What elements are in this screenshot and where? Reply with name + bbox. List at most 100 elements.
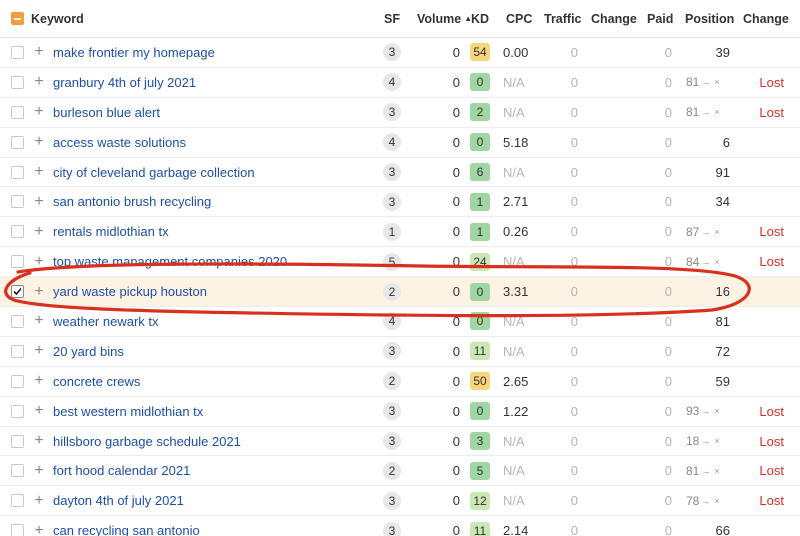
row-checkbox[interactable] bbox=[11, 135, 24, 149]
table-row[interactable]: + access waste solutions 4 0 0 5.18 0 0 … bbox=[0, 128, 800, 158]
table-row[interactable]: + fort hood calendar 2021 2 0 5 N/A 0 0 … bbox=[0, 456, 800, 487]
table-row[interactable]: + rentals midlothian tx 1 0 1 0.26 0 0 8… bbox=[0, 217, 800, 248]
header-keyword[interactable]: Keyword bbox=[31, 0, 351, 37]
table-row[interactable]: + city of cleveland garbage collection 3… bbox=[0, 158, 800, 188]
serp-features-badge[interactable]: 2 bbox=[383, 282, 401, 301]
add-keyword-button[interactable]: + bbox=[32, 397, 46, 426]
table-row[interactable]: + can recycling san antonio 3 0 11 2.14 … bbox=[0, 516, 800, 536]
table-row[interactable]: + burleson blue alert 3 0 2 N/A 0 0 81 → ×… bbox=[0, 98, 800, 128]
add-keyword-button[interactable]: + bbox=[32, 158, 46, 187]
select-all-checkbox[interactable] bbox=[11, 12, 24, 25]
serp-features-badge[interactable]: 2 bbox=[383, 461, 401, 480]
add-keyword-button[interactable]: + bbox=[32, 307, 46, 336]
row-checkbox[interactable] bbox=[11, 285, 24, 299]
row-checkbox[interactable] bbox=[11, 344, 24, 358]
row-checkbox[interactable] bbox=[11, 45, 24, 59]
keyword-link[interactable]: city of cleveland garbage collection bbox=[53, 165, 255, 180]
keyword-link[interactable]: best western midlothian tx bbox=[53, 404, 203, 419]
serp-features-badge[interactable]: 3 bbox=[383, 192, 401, 211]
header-position-change[interactable]: Change bbox=[743, 0, 793, 37]
table-row[interactable]: + make frontier my homepage 3 0 54 0.00 … bbox=[0, 38, 800, 68]
keyword-link[interactable]: weather newark tx bbox=[53, 314, 159, 329]
table-row[interactable]: + 20 yard bins 3 0 11 N/A 0 0 72 bbox=[0, 337, 800, 367]
header-kd[interactable]: KD bbox=[471, 0, 491, 37]
table-row[interactable]: + top waste management companies 2020 5 … bbox=[0, 247, 800, 278]
add-keyword-button[interactable]: + bbox=[32, 38, 46, 67]
table-row[interactable]: + dayton 4th of july 2021 3 0 12 N/A 0 0… bbox=[0, 486, 800, 517]
table-row[interactable]: + best western midlothian tx 3 0 0 1.22 … bbox=[0, 397, 800, 427]
add-keyword-button[interactable]: + bbox=[32, 247, 46, 276]
keyword-link[interactable]: fort hood calendar 2021 bbox=[53, 463, 190, 478]
add-keyword-button[interactable]: + bbox=[32, 217, 46, 246]
serp-features-badge[interactable]: 5 bbox=[383, 252, 401, 271]
row-checkbox[interactable] bbox=[11, 464, 24, 478]
header-cpc[interactable]: CPC bbox=[506, 0, 546, 37]
serp-features-badge[interactable]: 3 bbox=[383, 163, 401, 181]
keyword-link[interactable]: dayton 4th of july 2021 bbox=[53, 493, 184, 508]
add-keyword-button[interactable]: + bbox=[32, 68, 46, 97]
header-position[interactable]: Position bbox=[685, 0, 734, 37]
row-checkbox[interactable] bbox=[11, 314, 24, 328]
table-row[interactable]: + san antonio brush recycling 3 0 1 2.71… bbox=[0, 187, 800, 218]
keyword-link[interactable]: yard waste pickup houston bbox=[53, 284, 207, 299]
serp-features-badge[interactable]: 3 bbox=[383, 103, 401, 122]
row-checkbox[interactable] bbox=[11, 225, 24, 239]
keyword-link[interactable]: top waste management companies 2020 bbox=[53, 254, 287, 269]
table-row[interactable]: + yard waste pickup houston 2 0 0 3.31 0… bbox=[0, 277, 800, 308]
serp-features-badge[interactable]: 4 bbox=[383, 312, 401, 331]
row-checkbox[interactable] bbox=[11, 165, 24, 179]
row-checkbox[interactable] bbox=[11, 434, 24, 448]
add-keyword-button[interactable]: + bbox=[32, 128, 46, 157]
add-keyword-button[interactable]: + bbox=[32, 486, 46, 515]
keyword-link[interactable]: rentals midlothian tx bbox=[53, 224, 169, 239]
add-keyword-button[interactable]: + bbox=[32, 277, 46, 306]
add-keyword-button[interactable]: + bbox=[32, 516, 46, 536]
row-checkbox[interactable] bbox=[11, 494, 24, 508]
serp-features-badge[interactable]: 4 bbox=[383, 133, 401, 152]
serp-features-badge[interactable]: 4 bbox=[383, 73, 401, 92]
position-cell: 18 → × bbox=[686, 427, 736, 456]
row-checkbox[interactable] bbox=[11, 404, 24, 418]
serp-features-badge[interactable]: 3 bbox=[383, 521, 401, 536]
add-keyword-button[interactable]: + bbox=[32, 367, 46, 396]
row-checkbox[interactable] bbox=[11, 374, 24, 388]
keyword-link[interactable]: make frontier my homepage bbox=[53, 45, 215, 60]
row-checkbox[interactable] bbox=[11, 255, 24, 269]
keyword-link[interactable]: burleson blue alert bbox=[53, 105, 160, 120]
add-keyword-button[interactable]: + bbox=[32, 187, 46, 216]
serp-features-badge[interactable]: 3 bbox=[383, 342, 401, 361]
serp-features-badge[interactable]: 3 bbox=[383, 402, 401, 421]
table-row[interactable]: + hillsboro garbage schedule 2021 3 0 3 … bbox=[0, 427, 800, 457]
table-row[interactable]: + granbury 4th of july 2021 4 0 0 N/A 0 … bbox=[0, 68, 800, 98]
serp-features-badge[interactable]: 1 bbox=[383, 222, 401, 241]
header-volume[interactable]: Volume ▲ bbox=[417, 0, 472, 37]
traffic-change-cell bbox=[590, 397, 634, 426]
row-checkbox[interactable] bbox=[11, 75, 24, 89]
row-checkbox[interactable] bbox=[11, 195, 24, 209]
keyword-link[interactable]: san antonio brush recycling bbox=[53, 194, 211, 209]
add-keyword-button[interactable]: + bbox=[32, 427, 46, 456]
serp-features-badge[interactable]: 3 bbox=[383, 491, 401, 510]
serp-features-badge[interactable]: 3 bbox=[383, 432, 401, 451]
serp-features-badge[interactable]: 3 bbox=[383, 43, 401, 62]
paid-cell: 0 bbox=[640, 486, 672, 515]
header-traffic[interactable]: Traffic bbox=[544, 0, 584, 37]
add-keyword-button[interactable]: + bbox=[32, 98, 46, 127]
row-checkbox[interactable] bbox=[11, 524, 24, 536]
keyword-link[interactable]: hillsboro garbage schedule 2021 bbox=[53, 434, 241, 449]
keyword-link[interactable]: granbury 4th of july 2021 bbox=[53, 75, 196, 90]
serp-features-badge[interactable]: 2 bbox=[383, 372, 401, 391]
header-traffic-change[interactable]: Change bbox=[591, 0, 637, 37]
keyword-link[interactable]: 20 yard bins bbox=[53, 344, 124, 359]
header-paid[interactable]: Paid bbox=[647, 0, 679, 37]
keyword-link[interactable]: concrete crews bbox=[53, 374, 140, 389]
add-keyword-button[interactable]: + bbox=[32, 337, 46, 366]
row-checkbox[interactable] bbox=[11, 105, 24, 119]
header-sf[interactable]: SF bbox=[380, 0, 404, 37]
add-keyword-button[interactable]: + bbox=[32, 456, 46, 485]
keyword-link[interactable]: access waste solutions bbox=[53, 135, 186, 150]
table-row[interactable]: + concrete crews 2 0 50 2.65 0 0 59 bbox=[0, 367, 800, 397]
table-row[interactable]: + weather newark tx 4 0 0 N/A 0 0 81 bbox=[0, 307, 800, 337]
arrow-right-icon: → bbox=[701, 406, 711, 417]
keyword-link[interactable]: can recycling san antonio bbox=[53, 523, 200, 536]
